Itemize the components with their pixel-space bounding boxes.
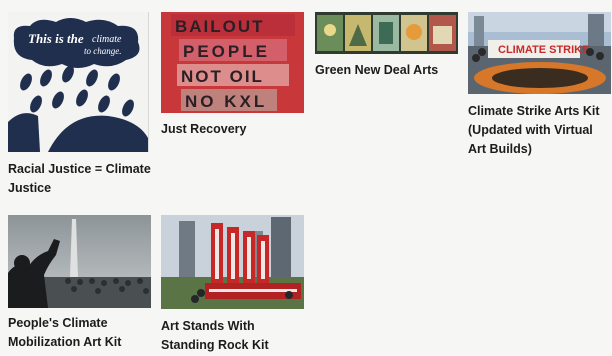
climate-strike-photo[interactable]: CLIMATE STRIKE xyxy=(468,12,611,94)
card-title[interactable]: Climate Strike Arts Kit (Updated with Vi… xyxy=(468,102,610,159)
green-new-deal-posters-image[interactable] xyxy=(315,12,458,54)
poster-line-3: to change. xyxy=(84,46,122,56)
poster-line-not-oil: NOT OIL xyxy=(181,67,264,86)
card-title[interactable]: Art Stands With Standing Rock Kit xyxy=(161,317,311,355)
just-recovery-poster-image[interactable]: BAILOUT PEOPLE NOT OIL NO KXL xyxy=(161,12,304,113)
banner-text: CLIMATE STRIKE xyxy=(498,44,589,56)
standing-rock-photo[interactable] xyxy=(161,215,304,309)
card-title[interactable]: Racial Justice = Climate Justice xyxy=(8,160,158,198)
poster-line-2: climate xyxy=(92,34,122,45)
card-title[interactable]: People's Climate Mobilization Art Kit xyxy=(8,314,158,352)
racial-justice-poster-image[interactable]: This is the climate to change. xyxy=(8,12,149,152)
poster-line-no-kxl: NO KXL xyxy=(185,92,267,111)
poster-line-1: This is the xyxy=(28,31,84,46)
card-title[interactable]: Green New Deal Arts xyxy=(315,61,475,80)
poster-line-people: PEOPLE xyxy=(183,42,270,61)
poster-line-bailout: BAILOUT xyxy=(175,17,265,36)
card-title[interactable]: Just Recovery xyxy=(161,120,311,139)
peoples-climate-photo[interactable] xyxy=(8,215,151,308)
